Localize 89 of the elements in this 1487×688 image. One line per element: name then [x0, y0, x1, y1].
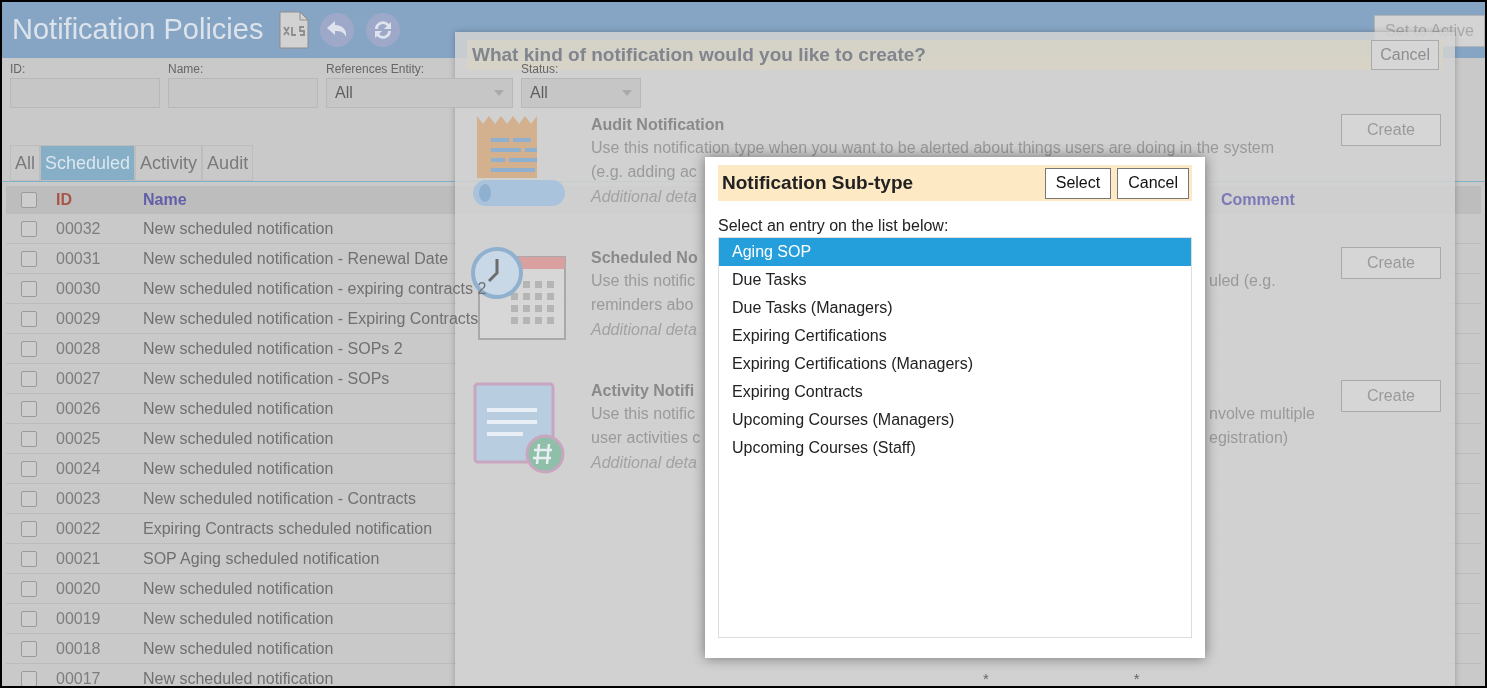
checkbox[interactable] — [21, 192, 37, 208]
table-cell: New scheduled notification — [143, 609, 334, 627]
create-button[interactable]: Create — [1341, 380, 1441, 412]
filter-dropdown[interactable]: All — [326, 78, 513, 108]
table-cell: Expiring Contracts scheduled notification — [143, 519, 433, 537]
checkbox[interactable] — [21, 520, 37, 537]
asterisk-mark: * — [983, 668, 989, 686]
list-item[interactable]: Expiring Certifications — [719, 322, 1191, 350]
spreadsheet-file-icon[interactable] — [279, 11, 310, 49]
list-item[interactable]: Due Tasks — [719, 266, 1191, 294]
table-cell: New scheduled notification - Contracts — [143, 489, 417, 507]
table-cell-text: 00020 — [56, 578, 102, 599]
checkbox[interactable] — [21, 670, 37, 686]
dropdown-caret-icon — [494, 90, 504, 96]
table-cell-text: 00032 — [56, 218, 102, 239]
option-title: Scheduled No — [591, 248, 698, 268]
table-cell: New scheduled notification — [143, 669, 334, 686]
list-item[interactable]: Due Tasks (Managers) — [719, 294, 1191, 322]
dialog-title: Notification Sub-type — [722, 170, 914, 195]
table-cell: New scheduled notification — [143, 459, 334, 477]
table-cell-text: 00021 — [56, 548, 102, 569]
table-cell-text: 00025 — [56, 428, 102, 449]
checkbox[interactable] — [21, 370, 37, 387]
tab[interactable]: Activity — [135, 145, 203, 181]
table-cell-text: 00024 — [56, 458, 102, 479]
table-cell: New scheduled notification — [143, 219, 334, 237]
table-cell: New scheduled notification - Expiring Contracts — [143, 309, 479, 327]
table-cell: New scheduled notification — [143, 399, 334, 417]
table-cell: New scheduled notification - Renewal Date — [143, 249, 449, 267]
table-cell: New scheduled notification — [143, 429, 334, 447]
dropdown-caret-icon — [622, 90, 632, 96]
tab[interactable]: Audit — [202, 145, 254, 181]
checkbox[interactable] — [21, 280, 37, 297]
checkbox[interactable] — [21, 460, 37, 477]
table-cell: New scheduled notification - expiring contracts 2 — [143, 279, 487, 297]
table-cell-text: 00022 — [56, 518, 102, 539]
cancel-button[interactable]: Cancel — [1371, 40, 1439, 70]
checkbox[interactable] — [21, 250, 37, 267]
filter-label: Name: — [168, 62, 204, 76]
list-item[interactable]: Expiring Contracts — [719, 378, 1191, 406]
filter-label: Status: — [521, 62, 559, 76]
checkbox[interactable] — [21, 310, 37, 327]
filter-label: ID: — [10, 62, 26, 76]
create-button[interactable]: Create — [1341, 247, 1441, 279]
refresh-icon[interactable] — [365, 12, 402, 48]
filter-dropdown[interactable]: All — [521, 78, 641, 108]
tab[interactable]: All — [10, 145, 40, 181]
column-header[interactable]: Comment — [1221, 191, 1295, 208]
table-cell-text: 00029 — [56, 308, 102, 329]
checkbox[interactable] — [21, 400, 37, 417]
table-cell: New scheduled notification — [143, 579, 334, 597]
option-title: Audit Notification — [591, 115, 725, 135]
table-cell-text: 00031 — [56, 248, 102, 269]
table-cell-text: 00027 — [56, 368, 102, 389]
table-cell-text: 00019 — [56, 608, 102, 629]
table-cell: SOP Aging scheduled notification — [143, 549, 380, 567]
create-button[interactable]: Create — [1341, 114, 1441, 146]
dialog-title: What kind of notification would you like to create? — [472, 44, 926, 65]
list-item[interactable]: Aging SOP — [719, 238, 1191, 266]
checkbox[interactable] — [21, 610, 37, 627]
asterisk-mark: * — [1133, 668, 1140, 686]
checkbox[interactable] — [21, 430, 37, 447]
column-header[interactable]: Name — [143, 191, 187, 208]
option-title: Activity Notifi — [591, 381, 695, 401]
checkbox[interactable] — [21, 340, 37, 357]
table-cell: New scheduled notification — [143, 639, 334, 657]
list-prompt: Select an entry on the list below: — [718, 216, 950, 236]
table-cell-text: 00030 — [56, 278, 102, 299]
list-item[interactable]: Expiring Certifications (Managers) — [719, 350, 1191, 378]
checkbox[interactable] — [21, 580, 37, 597]
checkbox[interactable] — [21, 220, 37, 237]
table-cell-text: 00023 — [56, 488, 102, 509]
checkbox[interactable] — [21, 490, 37, 507]
table-cell: New scheduled notification - SOPs 2 — [143, 339, 403, 357]
page-title: Notification Policies — [12, 12, 264, 48]
table-cell-text: 00017 — [56, 668, 102, 686]
table-cell: New scheduled notification - SOPs — [143, 369, 390, 387]
table-cell-text: 00018 — [56, 638, 102, 659]
list-item[interactable]: Upcoming Courses (Staff) — [719, 434, 1191, 462]
table-cell-text: 00028 — [56, 338, 102, 359]
select-button[interactable]: Select — [1044, 167, 1112, 199]
checkbox[interactable] — [21, 640, 37, 657]
filter-label: References Entity: — [326, 62, 425, 76]
checkbox[interactable] — [21, 550, 37, 567]
list-item[interactable]: Upcoming Courses (Managers) — [719, 406, 1191, 434]
table-cell-text: 00026 — [56, 398, 102, 419]
cancel-button[interactable]: Cancel — [1117, 167, 1189, 199]
tab[interactable]: Scheduled — [40, 145, 136, 181]
column-header[interactable]: ID — [56, 191, 72, 208]
